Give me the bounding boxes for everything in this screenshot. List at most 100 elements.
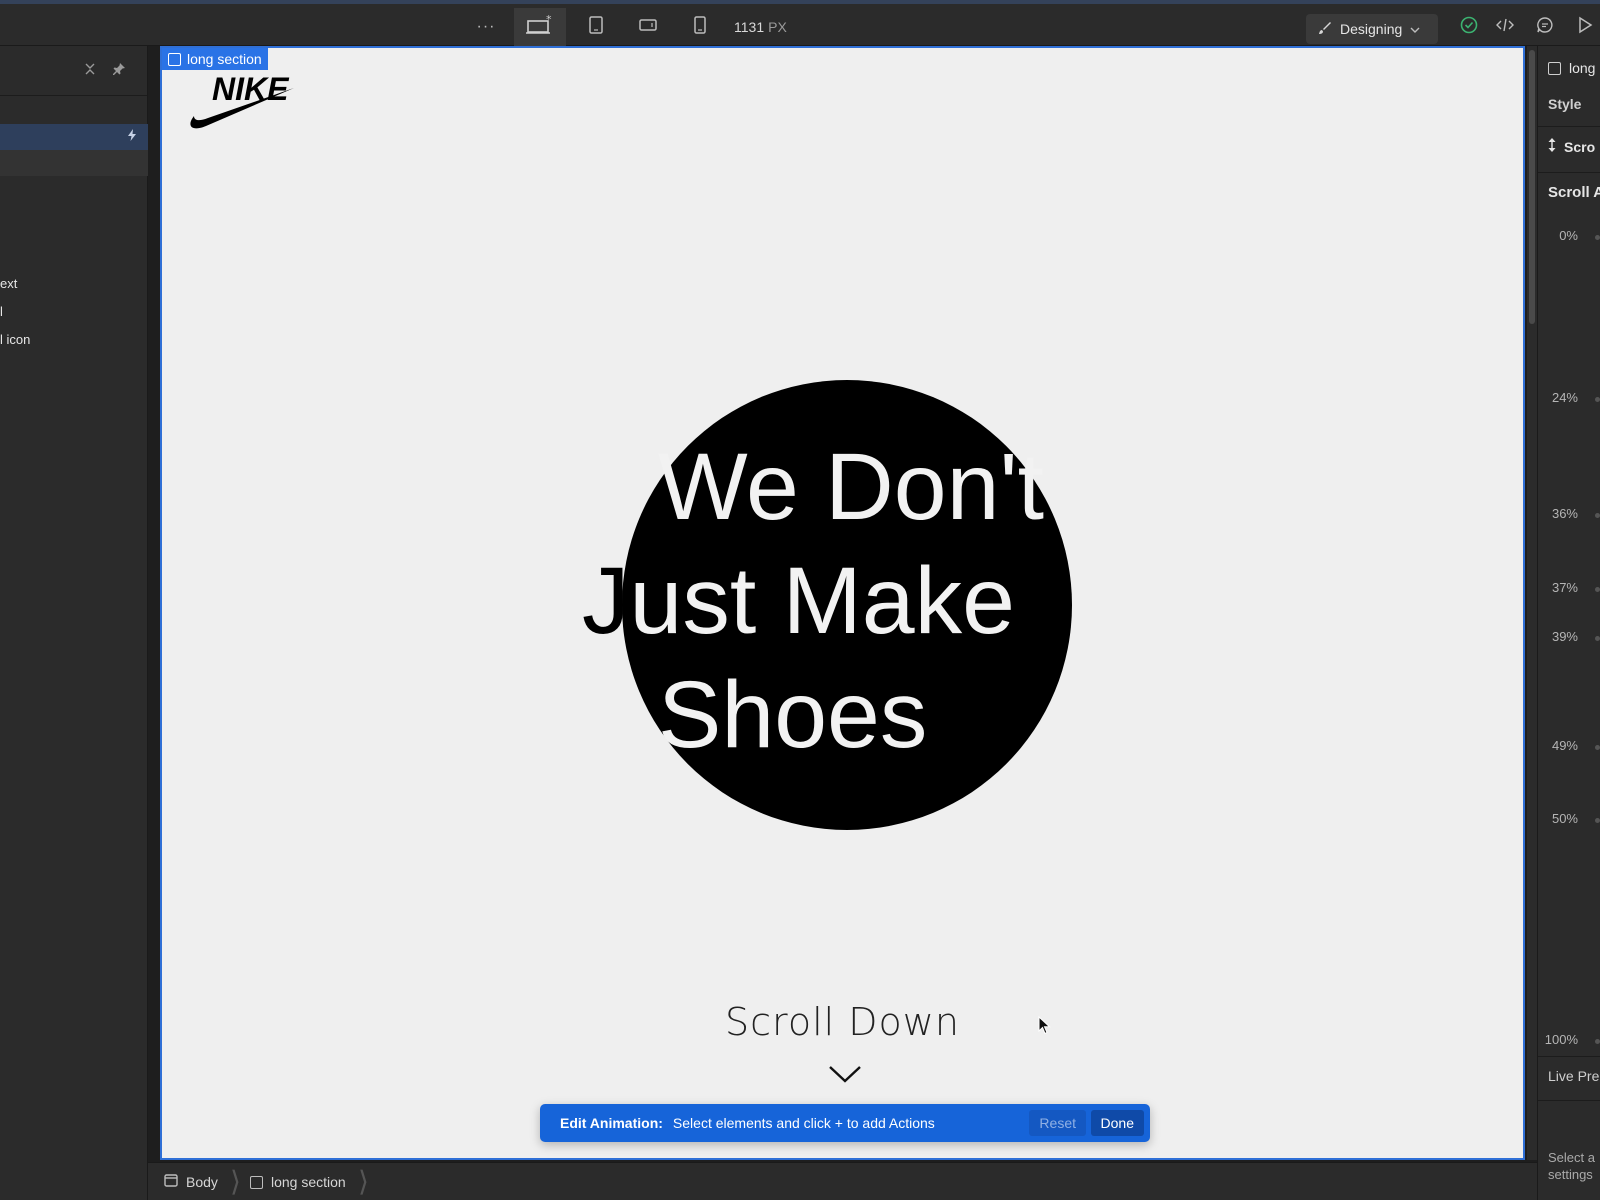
style-panel: long Style Scro Scroll A 0% 24% 36% 37% … [1537, 46, 1600, 1200]
keyframe-dot [1595, 1039, 1600, 1044]
preview-button[interactable] [1570, 8, 1600, 46]
designer-mode-dropdown[interactable]: Designing [1306, 14, 1438, 44]
navigator-item-icon[interactable]: l icon [0, 332, 30, 347]
code-export-button[interactable] [1490, 8, 1520, 46]
scroll-chevron-icon[interactable] [828, 1064, 862, 1089]
canvas-width-unit: PX [768, 19, 787, 35]
navigator-item-label[interactable]: l [0, 304, 3, 319]
breadcrumb: Body ⟩ long section ⟩ [148, 1162, 1537, 1200]
canvas-width-readout: 1131 PX [734, 8, 794, 46]
divider [1538, 172, 1600, 173]
breadcrumb-long-section[interactable]: long section [250, 1163, 346, 1200]
keyframe-label[interactable]: 24% [1552, 390, 1578, 405]
navigator-hover-row[interactable] [0, 150, 148, 176]
divider [1538, 1056, 1600, 1057]
more-menu-button[interactable]: ··· [466, 8, 506, 46]
select-hint-line-1: Select a [1548, 1150, 1595, 1165]
keyframe-label[interactable]: 39% [1552, 629, 1578, 644]
desktop-star-icon: * [526, 13, 554, 40]
keyframe-label[interactable]: 36% [1552, 506, 1578, 521]
publish-status-button[interactable] [1454, 8, 1484, 46]
breadcrumb-body-label: Body [186, 1174, 218, 1190]
navigator-item-text[interactable]: ext [0, 276, 17, 291]
scroll-trigger-label: Scro [1564, 138, 1596, 155]
navigator-panel: ext l l icon [0, 46, 148, 1200]
tab-style[interactable]: Style [1548, 96, 1581, 112]
body-icon [164, 1174, 178, 1190]
keyframe-dot [1595, 587, 1600, 592]
keyframe-dot [1595, 636, 1600, 641]
headline-line-3: Shoes [658, 662, 928, 768]
svg-text:*: * [546, 15, 552, 26]
breakpoint-desktop-button[interactable]: * [514, 8, 566, 46]
keyframe-dot [1595, 235, 1600, 240]
designer-app: ··· * 1131 PX Designing ext l l icon lon… [0, 0, 1600, 1200]
section-icon [1548, 61, 1561, 75]
vertical-arrows-icon [1548, 138, 1556, 155]
breakpoint-tablet-button[interactable] [574, 8, 618, 46]
nike-logo[interactable]: NIKE [184, 70, 296, 139]
headline-line-2-first-letter: J [582, 548, 630, 654]
code-icon [1496, 18, 1514, 37]
navigator-header [0, 46, 147, 96]
play-icon [1577, 16, 1593, 39]
done-button[interactable]: Done [1090, 1110, 1144, 1136]
lightning-icon [128, 129, 136, 144]
scroll-trigger-row[interactable]: Scro [1548, 138, 1595, 155]
reset-button[interactable]: Reset [1029, 1110, 1086, 1136]
nike-logo-text: NIKE [212, 71, 290, 107]
scroll-animation-title: Scroll A [1548, 184, 1600, 201]
breadcrumb-separator: ⟩ [230, 1166, 241, 1197]
keyframe-label[interactable]: 0% [1559, 228, 1578, 243]
keyframe-label[interactable]: 37% [1552, 580, 1578, 595]
breadcrumb-separator: ⟩ [358, 1166, 369, 1197]
keyframe-dot [1595, 513, 1600, 518]
keyframe-label[interactable]: 50% [1552, 811, 1578, 826]
pin-icon[interactable] [112, 62, 126, 81]
hero-headline[interactable]: We Don't Just Make Shoes [582, 430, 1142, 772]
top-toolbar: ··· * 1131 PX Designing [0, 0, 1600, 46]
breakpoint-landscape-button[interactable] [626, 8, 670, 46]
divider [1538, 1100, 1600, 1101]
breadcrumb-section-label: long section [271, 1174, 346, 1190]
scroll-down-text[interactable]: Scroll Down [162, 1000, 1523, 1044]
keyframe-label[interactable]: 49% [1552, 738, 1578, 753]
edit-animation-message: Select elements and click + to add Actio… [672, 1115, 935, 1131]
comment-icon [1536, 16, 1554, 39]
tablet-icon [588, 15, 604, 40]
keyframe-dot [1595, 745, 1600, 750]
keyframe-dot [1595, 397, 1600, 402]
divider [1538, 126, 1600, 127]
navigator-selected-row[interactable] [0, 124, 148, 150]
breakpoint-phone-button[interactable] [678, 8, 722, 46]
check-circle-icon [1460, 16, 1478, 39]
keyframe-label[interactable]: 100% [1545, 1032, 1578, 1047]
headline-line-2-text: Just Make [582, 548, 1015, 654]
section-icon [250, 1175, 263, 1189]
collapse-all-icon[interactable] [84, 62, 96, 81]
headline-line-2: Just Make [582, 544, 1142, 658]
brush-icon [1318, 21, 1332, 38]
canvas-width-value: 1131 [734, 19, 765, 35]
headline-line-1: We Don't [658, 434, 1044, 540]
mouse-cursor-icon [1038, 1015, 1052, 1041]
keyframe-dot [1595, 818, 1600, 823]
selected-element-label: long section [187, 51, 262, 67]
phone-landscape-icon [638, 17, 658, 38]
live-preview-toggle[interactable]: Live Pre [1548, 1068, 1599, 1084]
canvas-scrollbar[interactable] [1527, 46, 1537, 1160]
edit-animation-title: Edit Animation: [560, 1115, 663, 1131]
breadcrumb-body[interactable]: Body [164, 1163, 218, 1200]
selected-element-tag[interactable]: long section [162, 48, 268, 70]
edit-animation-bar: Edit Animation: Select elements and clic… [540, 1104, 1150, 1142]
designer-mode-label: Designing [1340, 21, 1403, 37]
comments-button[interactable] [1530, 8, 1560, 46]
selected-element-header[interactable]: long [1548, 60, 1595, 76]
canvas-scrollbar-thumb[interactable] [1529, 50, 1535, 324]
select-hint-line-2: settings [1548, 1167, 1593, 1182]
section-icon [168, 52, 181, 66]
phone-icon [693, 15, 707, 40]
chevron-down-icon [1410, 21, 1420, 37]
design-canvas[interactable]: long section NIKE We Don't Just Make Sho… [160, 46, 1525, 1160]
selected-element-name: long [1569, 60, 1596, 76]
